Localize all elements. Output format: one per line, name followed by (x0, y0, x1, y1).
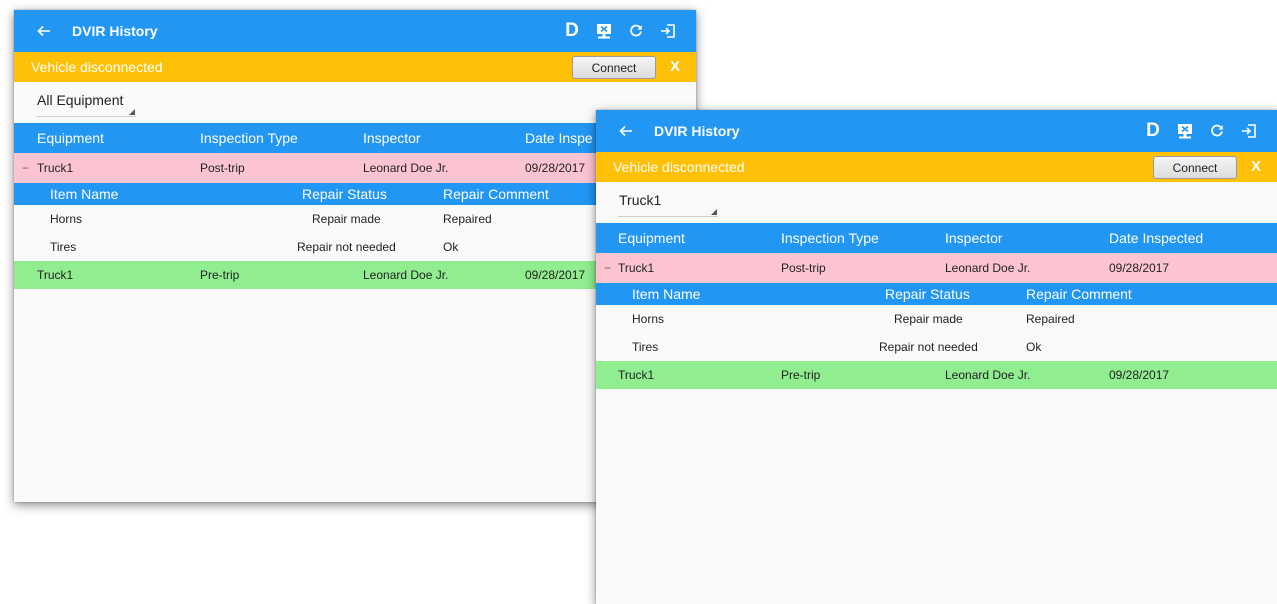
column-repair-status: Repair Status (885, 286, 970, 302)
item-table-header: Item Name Repair Status Repair Comment (14, 183, 696, 205)
back-arrow-icon[interactable] (34, 21, 54, 41)
refresh-icon[interactable] (620, 10, 652, 52)
dropdown-arrow-icon (129, 109, 135, 115)
row-equipment: Truck1 (37, 161, 74, 175)
column-repair-comment: Repair Comment (443, 186, 549, 202)
equipment-filter-value: Truck1 (619, 192, 662, 208)
row-date: 09/28/2017 (1109, 368, 1170, 382)
app-bar: DVIR History D (14, 10, 696, 52)
app-bar: DVIR History D (596, 110, 1277, 152)
table-row[interactable]: − Truck1 Post-trip Leonard Doe Jr. 09/28… (14, 153, 696, 183)
equipment-filter-dropdown[interactable]: Truck1 (618, 182, 723, 218)
item-name: Tires (50, 240, 77, 254)
app-bar-actions: D (1137, 110, 1265, 152)
vehicle-status-banner: Vehicle disconnected Connect X (14, 52, 696, 82)
refresh-icon[interactable] (1201, 110, 1233, 152)
equipment-filter-dropdown[interactable]: All Equipment (36, 82, 141, 118)
report-transfer-icon[interactable] (588, 10, 620, 52)
item-repair-status: Repair made (894, 312, 963, 326)
close-banner-button[interactable]: X (1251, 158, 1261, 175)
item-name: Horns (632, 312, 665, 326)
row-date: 09/28/2017 (525, 161, 586, 175)
dropdown-underline (36, 116, 136, 117)
column-inspection-type[interactable]: Inspection Type (781, 223, 879, 253)
close-banner-button[interactable]: X (670, 58, 680, 75)
column-inspector[interactable]: Inspector (945, 223, 1003, 253)
row-inspector: Leonard Doe Jr. (945, 261, 1031, 275)
row-inspector: Leonard Doe Jr. (363, 268, 449, 282)
column-repair-status: Repair Status (302, 186, 387, 202)
page-title: DVIR History (72, 23, 158, 39)
item-repair-comment: Repaired (443, 212, 492, 226)
table-header: Equipment Inspection Type Inspector Date… (14, 123, 696, 153)
collapse-icon[interactable]: − (22, 153, 29, 183)
connect-button[interactable]: Connect (1153, 156, 1237, 179)
item-name: Horns (50, 212, 83, 226)
back-arrow-icon[interactable] (616, 121, 636, 141)
vehicle-status-banner: Vehicle disconnected Connect X (596, 152, 1277, 182)
item-name: Tires (632, 340, 659, 354)
row-equipment: Truck1 (618, 261, 655, 275)
logout-icon[interactable] (652, 10, 684, 52)
list-item: Tires Repair not needed Ok (596, 333, 1277, 361)
row-inspection-type: Post-trip (200, 161, 245, 175)
dvir-history-screen-all-equipment: DVIR History D Vehicle disconnected Conn… (14, 10, 696, 502)
column-inspector[interactable]: Inspector (363, 123, 421, 153)
logout-icon[interactable] (1233, 110, 1265, 152)
row-inspection-type: Pre-trip (781, 368, 821, 382)
app-bar-actions: D (556, 10, 684, 52)
dvir-history-screen-truck1: DVIR History D Vehicle disconnected Conn… (596, 110, 1277, 604)
row-inspection-type: Pre-trip (200, 268, 240, 282)
column-date-inspected[interactable]: Date Inspe (525, 123, 593, 153)
row-inspector: Leonard Doe Jr. (945, 368, 1031, 382)
row-equipment: Truck1 (618, 368, 655, 382)
item-repair-comment: Ok (443, 240, 459, 254)
equipment-filter-value: All Equipment (37, 92, 124, 108)
column-item-name: Item Name (632, 286, 701, 302)
row-date: 09/28/2017 (1109, 261, 1170, 275)
item-table-header: Item Name Repair Status Repair Comment (596, 283, 1277, 305)
row-equipment: Truck1 (37, 268, 74, 282)
item-repair-status: Repair not needed (297, 240, 396, 254)
table-row[interactable]: Truck1 Pre-trip Leonard Doe Jr. 09/28/20… (596, 361, 1277, 389)
column-equipment[interactable]: Equipment (618, 223, 685, 253)
column-item-name: Item Name (50, 186, 119, 202)
row-inspection-type: Post-trip (781, 261, 826, 275)
row-date: 09/28/2017 (525, 268, 586, 282)
item-repair-comment: Ok (1026, 340, 1042, 354)
vehicle-status-text: Vehicle disconnected (31, 59, 163, 75)
table-row[interactable]: Truck1 Pre-trip Leonard Doe Jr. 09/28/20… (14, 261, 696, 289)
page-title: DVIR History (654, 123, 740, 139)
list-item: Tires Repair not needed Ok (14, 233, 696, 261)
item-repair-status: Repair not needed (879, 340, 978, 354)
column-date-inspected[interactable]: Date Inspected (1109, 223, 1203, 253)
vehicle-status-text: Vehicle disconnected (613, 159, 745, 175)
column-inspection-type[interactable]: Inspection Type (200, 123, 298, 153)
table-row[interactable]: − Truck1 Post-trip Leonard Doe Jr. 09/28… (596, 253, 1277, 283)
dropdown-arrow-icon (711, 209, 717, 215)
column-equipment[interactable]: Equipment (37, 123, 104, 153)
dropdown-underline (618, 216, 718, 217)
connect-button[interactable]: Connect (572, 56, 656, 79)
item-repair-status: Repair made (312, 212, 381, 226)
report-transfer-icon[interactable] (1169, 110, 1201, 152)
item-repair-comment: Repaired (1026, 312, 1075, 326)
driver-status-d-button[interactable]: D (556, 10, 588, 52)
column-repair-comment: Repair Comment (1026, 286, 1132, 302)
list-item: Horns Repair made Repaired (14, 205, 696, 233)
row-inspector: Leonard Doe Jr. (363, 161, 449, 175)
driver-status-d-button[interactable]: D (1137, 110, 1169, 152)
list-item: Horns Repair made Repaired (596, 305, 1277, 333)
collapse-icon[interactable]: − (604, 253, 611, 283)
table-header: Equipment Inspection Type Inspector Date… (596, 223, 1277, 253)
